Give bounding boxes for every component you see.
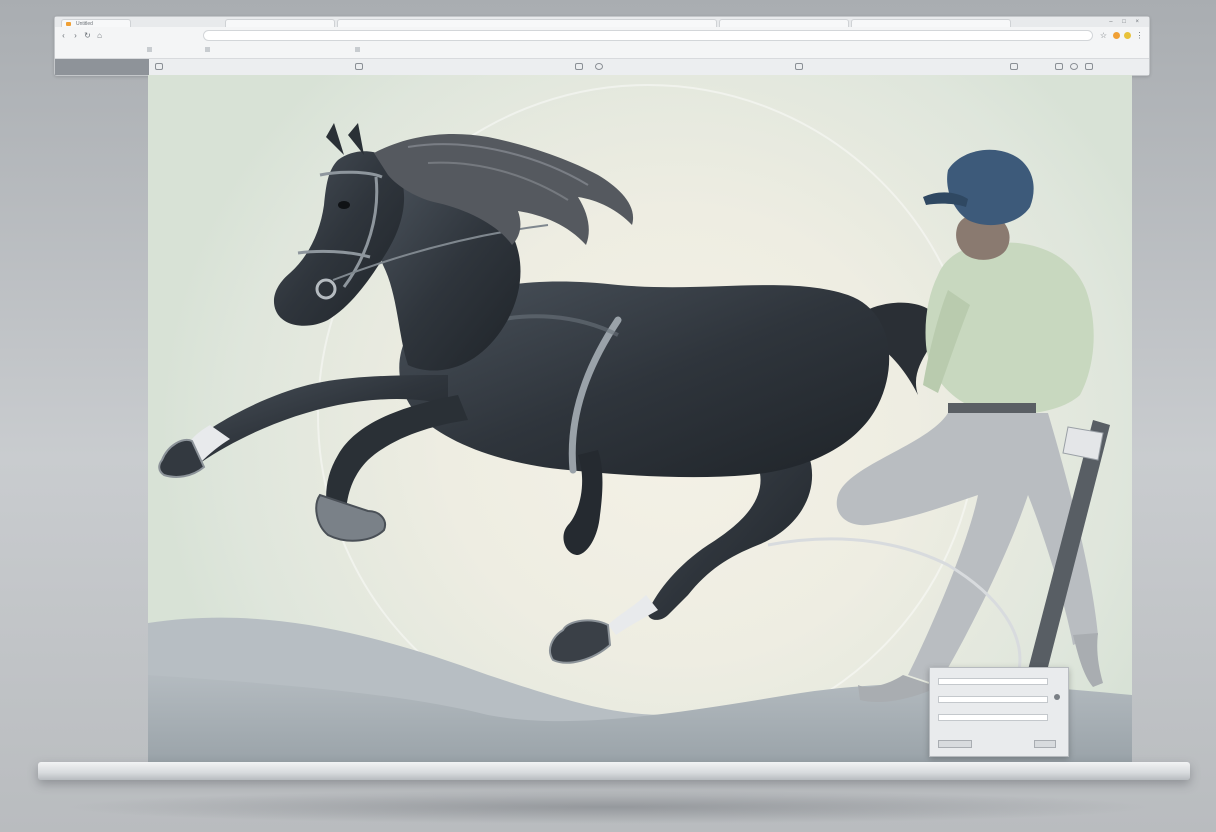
dialog-button[interactable] [938, 740, 972, 748]
tab-active[interactable]: Untitled [61, 19, 131, 27]
grid-icon[interactable] [795, 63, 803, 70]
folder-icon[interactable] [155, 63, 163, 70]
file-icon[interactable] [355, 63, 363, 70]
backdrop-shadow [60, 790, 1156, 824]
address-row: ‹ › ↻ ⌂ ☆ ⋮ [55, 28, 1149, 44]
reload-icon[interactable]: ↻ [83, 31, 92, 40]
floating-dialog[interactable] [929, 667, 1069, 757]
horse-ear [326, 123, 344, 155]
tab-3[interactable] [337, 19, 717, 27]
device-clip [1062, 426, 1104, 461]
rider-helmet [947, 149, 1034, 226]
horse-illustration [148, 84, 1132, 763]
extension-icon[interactable] [1113, 32, 1120, 39]
rider-boot-2 [1073, 633, 1103, 687]
dialog-radio-icon[interactable] [1054, 694, 1060, 700]
bookmark-item[interactable] [147, 46, 155, 55]
illustration-canvas [148, 75, 1132, 763]
front-hoof-2 [315, 493, 386, 542]
app-toolbar [55, 58, 1149, 75]
tab-4[interactable] [719, 19, 849, 27]
info-icon[interactable] [1070, 63, 1078, 70]
tab-5[interactable] [851, 19, 1011, 27]
search-icon[interactable] [595, 63, 603, 70]
rider-trousers [836, 413, 1098, 685]
table-icon[interactable] [1010, 63, 1018, 70]
rear-hoof [549, 619, 612, 664]
dialog-button[interactable] [1034, 740, 1056, 748]
star-icon[interactable]: ☆ [1099, 31, 1108, 40]
tab-2[interactable] [225, 19, 335, 27]
monitor-shelf [38, 762, 1190, 780]
rider-figure [836, 149, 1103, 703]
address-bar[interactable] [203, 30, 1093, 41]
bookmarks-bar [55, 45, 1149, 57]
horse-head [273, 151, 405, 326]
browser-window: Untitled – □ × ‹ › ↻ ⌂ ☆ ⋮ [54, 16, 1150, 76]
share-icon[interactable] [1085, 63, 1093, 70]
tab-favicon-icon [66, 22, 71, 26]
image-icon[interactable] [575, 63, 583, 70]
dialog-field[interactable] [938, 696, 1048, 703]
dialog-field[interactable] [938, 678, 1048, 685]
home-icon[interactable]: ⌂ [95, 31, 104, 40]
menu-icon[interactable]: ⋮ [1135, 31, 1144, 40]
bookmark-item[interactable] [355, 46, 363, 55]
tab-label: Untitled [76, 21, 93, 27]
settings-icon[interactable] [1055, 63, 1063, 70]
window-controls[interactable]: – □ × [1109, 19, 1143, 27]
sidebar-strip [55, 59, 149, 75]
dialog-field[interactable] [938, 714, 1048, 721]
forward-arrow-icon[interactable]: › [71, 31, 80, 40]
tab-strip: Untitled – □ × [55, 17, 1149, 27]
horse-front-leg-2 [326, 395, 468, 517]
horse-eye [338, 201, 350, 209]
extension-icon[interactable] [1124, 32, 1131, 39]
back-arrow-icon[interactable]: ‹ [59, 31, 68, 40]
horse-ear-2 [348, 123, 364, 155]
bookmark-item[interactable] [205, 46, 213, 55]
